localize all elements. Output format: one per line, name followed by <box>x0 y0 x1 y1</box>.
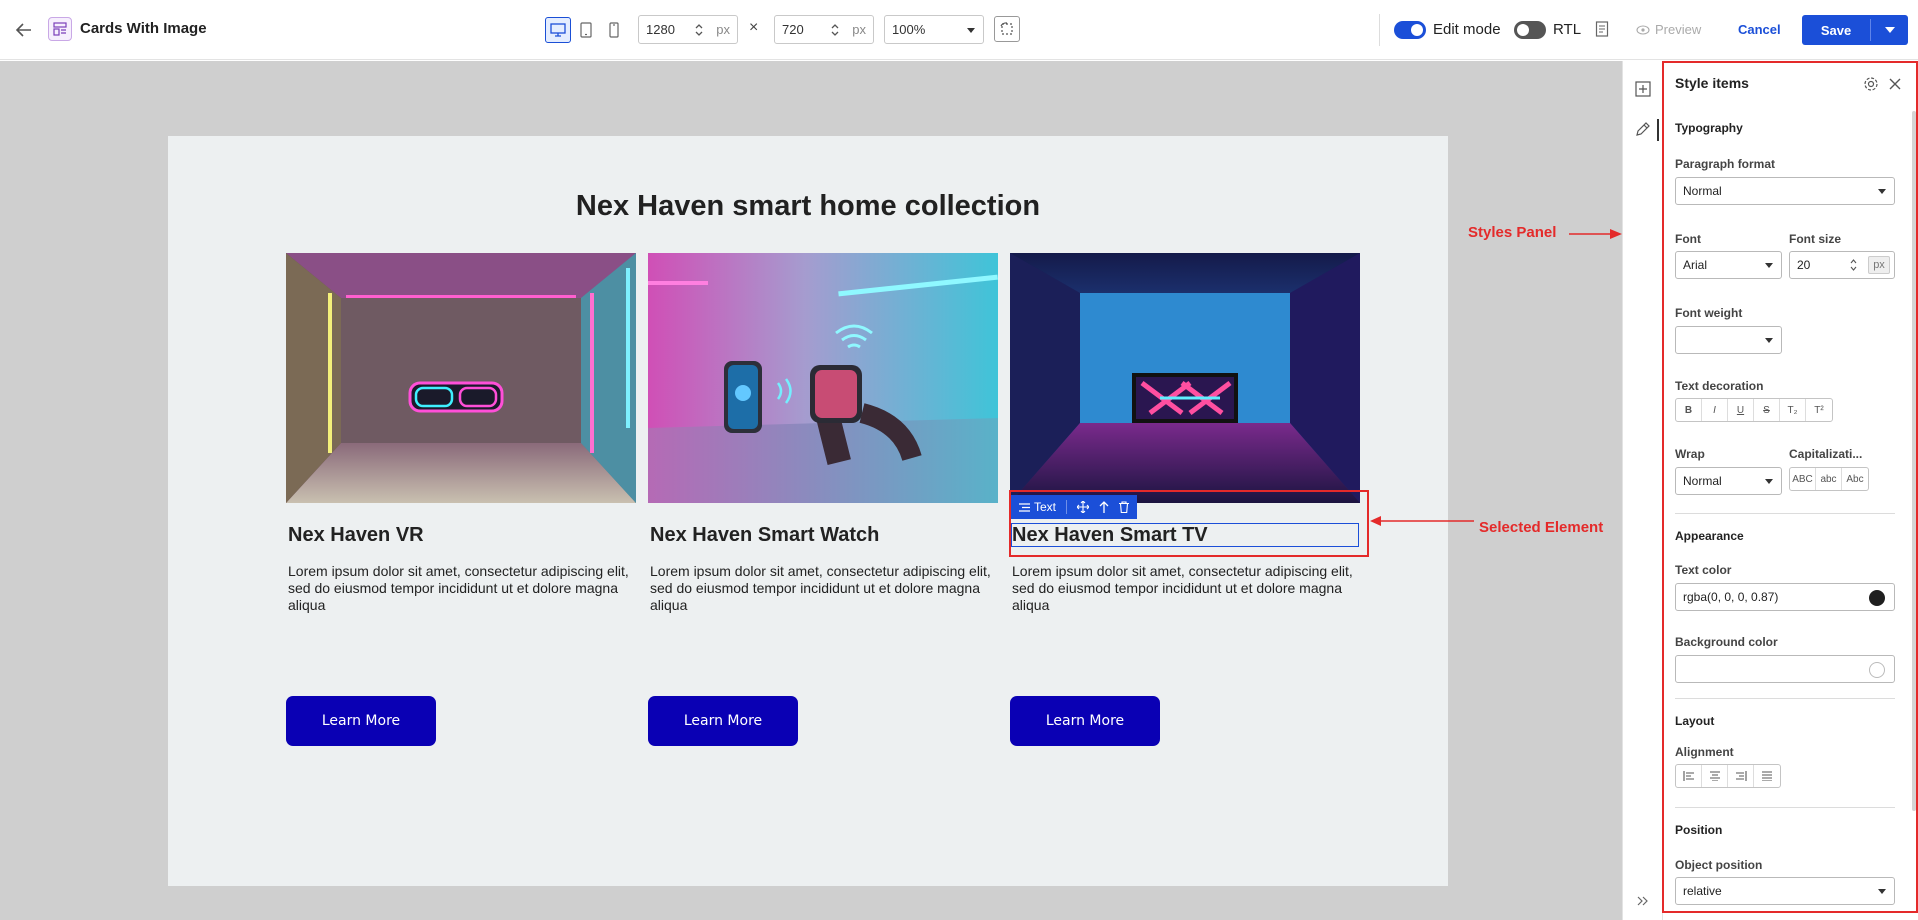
card-smart-watch: Nex Haven Smart Watch Lorem ipsum dolor … <box>648 253 998 746</box>
tablet-icon[interactable] <box>573 17 599 43</box>
card-image-vr[interactable] <box>286 253 636 503</box>
card-smart-tv: Nex Haven Smart TV Lorem ipsum dolor sit… <box>1010 253 1360 746</box>
annotation-arrow-left-icon <box>1370 516 1474 526</box>
desktop-icon[interactable] <box>545 17 571 43</box>
annotation-selected-element: Selected Element <box>1479 519 1604 536</box>
dimension-times: × <box>749 19 759 36</box>
learn-more-button[interactable]: Learn More <box>648 696 798 746</box>
canvas-height-input[interactable]: 720 px <box>774 15 874 44</box>
top-toolbar: Cards With Image 1280 px × 720 px 100% E… <box>0 0 1918 60</box>
zoom-select[interactable]: 100% <box>884 15 984 44</box>
save-options-chevron-icon[interactable] <box>1871 15 1908 45</box>
canvas-width-input[interactable]: 1280 px <box>638 15 738 44</box>
double-chevron-right-icon[interactable] <box>1633 891 1653 911</box>
card-title[interactable]: Nex Haven Smart Watch <box>650 524 879 547</box>
selected-element-highlight <box>1009 490 1369 557</box>
eye-icon <box>1636 24 1650 35</box>
stepper-icon[interactable] <box>831 23 839 37</box>
card-title[interactable]: Nex Haven VR <box>288 524 424 547</box>
card-image-smart-watch[interactable] <box>648 253 998 503</box>
add-element-icon[interactable] <box>1633 79 1653 99</box>
save-button-group: Save <box>1802 15 1908 45</box>
document-icon[interactable] <box>1593 19 1611 39</box>
back-arrow-icon[interactable] <box>12 18 36 42</box>
editor-canvas: Nex Haven smart home collection Nex Have… <box>0 61 1622 920</box>
preview-button[interactable]: Preview <box>1636 22 1701 37</box>
paint-brush-icon[interactable] <box>1633 119 1653 139</box>
learn-more-button[interactable]: Learn More <box>1010 696 1160 746</box>
template-icon <box>48 17 72 41</box>
device-switcher <box>545 17 627 43</box>
card-description[interactable]: Lorem ipsum dolor sit amet, consectetur … <box>1012 563 1360 614</box>
side-rail <box>1622 61 1662 920</box>
card-image-smart-tv[interactable] <box>1010 253 1360 503</box>
stepper-icon[interactable] <box>695 23 703 37</box>
annotation-styles-panel: Styles Panel <box>1468 224 1557 241</box>
rtl-label: RTL <box>1553 21 1582 38</box>
cancel-button[interactable]: Cancel <box>1738 22 1781 37</box>
rotate-icon[interactable] <box>994 16 1020 42</box>
save-button[interactable]: Save <box>1802 15 1870 45</box>
card-description[interactable]: Lorem ipsum dolor sit amet, consectetur … <box>650 563 998 614</box>
learn-more-button[interactable]: Learn More <box>286 696 436 746</box>
mobile-icon[interactable] <box>601 17 627 43</box>
card-vr: Nex Haven VR Lorem ipsum dolor sit amet,… <box>286 253 636 746</box>
card-description[interactable]: Lorem ipsum dolor sit amet, consectetur … <box>288 563 636 614</box>
annotation-arrow-right-icon <box>1569 229 1622 239</box>
rtl-toggle[interactable] <box>1514 21 1546 39</box>
edit-mode-label: Edit mode <box>1433 21 1501 38</box>
divider <box>1379 14 1380 46</box>
page-title: Cards With Image <box>80 20 207 37</box>
edit-mode-toggle[interactable] <box>1394 21 1426 39</box>
styles-panel-highlight <box>1662 61 1918 913</box>
page-heading[interactable]: Nex Haven smart home collection <box>168 190 1448 223</box>
active-indicator <box>1657 119 1659 141</box>
